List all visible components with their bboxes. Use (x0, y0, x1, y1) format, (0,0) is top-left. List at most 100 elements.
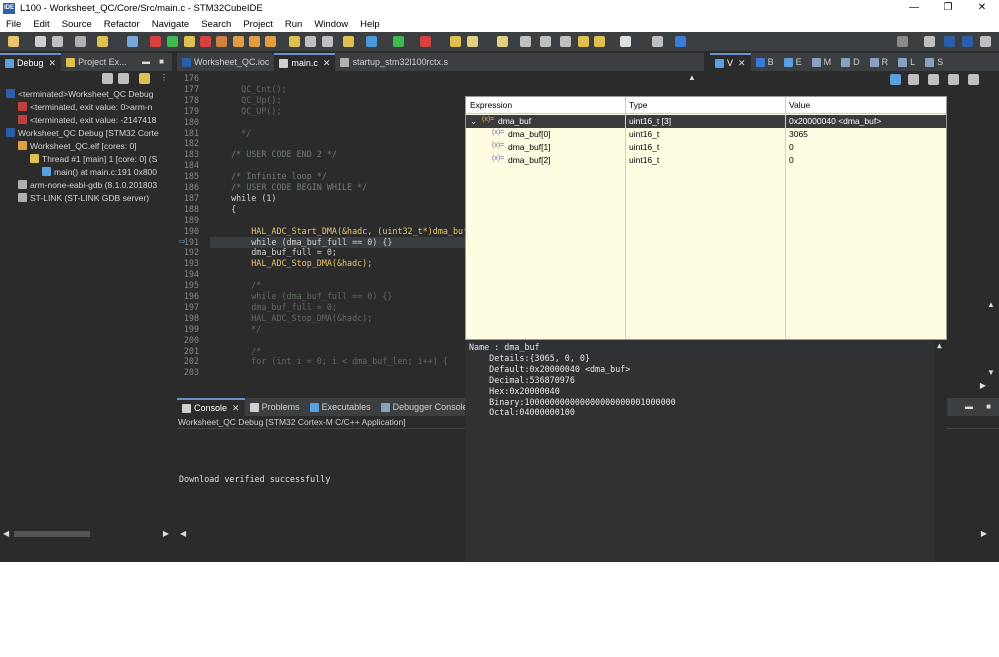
expression-value[interactable]: 0x20000040 <dma_buf> (789, 116, 881, 126)
expression-value[interactable]: 0 (789, 155, 794, 165)
run-icon[interactable] (393, 36, 404, 47)
tab-debug[interactable]: Debug ✕ (0, 53, 62, 71)
step-over-icon[interactable] (249, 36, 260, 47)
debug-tree-item[interactable]: ST-LINK (ST-LINK GDB server) (18, 191, 149, 204)
debug-tree-item[interactable]: Worksheet_QC.elf [cores: 0] (18, 139, 137, 152)
cube-ide-perspective-icon[interactable] (944, 36, 955, 47)
menu-window[interactable]: Window (308, 19, 354, 30)
save-icon[interactable] (35, 36, 46, 47)
column-value[interactable]: Value (789, 100, 810, 110)
column-expression[interactable]: Expression (470, 100, 512, 110)
minimize-view-icon[interactable]: ▬ (142, 57, 150, 66)
tab-disassembly[interactable]: D (836, 53, 865, 71)
next-icon[interactable] (620, 36, 631, 47)
view-menu-icon[interactable]: ⋮ (160, 73, 168, 82)
close-icon[interactable]: ✕ (323, 58, 331, 69)
scroll-up-icon[interactable]: ▲ (937, 341, 942, 350)
select-all-icon[interactable] (948, 74, 959, 85)
details-vscroll[interactable]: ▲ (935, 340, 947, 561)
info-icon[interactable] (675, 36, 686, 47)
menu-project[interactable]: Project (237, 19, 279, 30)
step-into-icon[interactable] (233, 36, 244, 47)
tab-memory[interactable]: M (807, 53, 837, 71)
pin-icon[interactable] (968, 74, 979, 85)
close-icon[interactable]: ✕ (49, 58, 57, 69)
remove-icon[interactable] (150, 36, 161, 47)
debug-icon[interactable] (366, 36, 377, 47)
tab-project-explorer[interactable]: Project Ex... (61, 53, 132, 71)
close-icon[interactable]: ✕ (738, 58, 746, 69)
remove-terminated-icon[interactable] (118, 73, 129, 84)
debug-config-icon[interactable] (343, 36, 354, 47)
scroll-thumb[interactable] (14, 531, 90, 537)
scroll-down-icon[interactable]: ▼ (987, 368, 995, 377)
tab-main-c[interactable]: main.c ✕ (274, 53, 336, 71)
link-icon[interactable] (139, 73, 150, 84)
tab-problems[interactable]: Problems (245, 398, 305, 416)
build-all-icon[interactable] (75, 36, 86, 47)
new-file-icon[interactable] (8, 36, 19, 47)
scroll-up-icon[interactable]: ▲ (987, 300, 995, 309)
forward-icon[interactable] (594, 36, 605, 47)
tab-variables[interactable]: V ✕ (710, 53, 751, 71)
expression-row[interactable]: (x)= dma_buf[0] uint16_t 3065 (466, 128, 946, 141)
perspective-icon[interactable] (652, 36, 663, 47)
close-icon[interactable]: ✕ (232, 403, 240, 414)
debug-perspective-icon[interactable] (980, 36, 991, 47)
tab-worksheet-ioc[interactable]: Worksheet_QC.ioc (177, 53, 274, 71)
scroll-right-icon[interactable]: ▶ (980, 381, 986, 390)
reset-icon[interactable] (305, 36, 316, 47)
minimize-view-icon[interactable]: ▬ (965, 402, 973, 411)
menu-help[interactable]: Help (354, 19, 386, 30)
menu-search[interactable]: Search (195, 19, 237, 30)
last-edit-icon[interactable] (560, 36, 571, 47)
search-icon[interactable] (897, 36, 908, 47)
maximize-button[interactable]: ❐ (931, 0, 965, 16)
debug-tree-item[interactable]: <terminated, exit value: -2147418 (18, 113, 156, 126)
scroll-left-icon[interactable]: ◀ (180, 529, 186, 538)
chevron-down-icon[interactable]: ⌄ (470, 116, 477, 127)
expression-row[interactable]: ⌄ (x)= dma_buf uint16_t [3] 0x20000040 <dma_… (466, 115, 946, 128)
column-type[interactable]: Type (629, 100, 647, 110)
tab-live-expressions[interactable]: L (893, 53, 920, 71)
menu-navigate[interactable]: Navigate (146, 19, 196, 30)
scroll-right-icon[interactable]: ▶ (163, 529, 169, 538)
tab-sfrs[interactable]: S (920, 53, 948, 71)
close-window-button[interactable]: ✕ (965, 0, 999, 16)
debug-tree-item[interactable]: Worksheet_QC Debug [STM32 Corte (6, 126, 159, 139)
disconnect-icon[interactable] (216, 36, 227, 47)
tab-executables[interactable]: Executables (305, 398, 376, 416)
open-perspective-icon[interactable] (924, 36, 935, 47)
search-tool-icon[interactable] (467, 36, 478, 47)
scroll-right-icon[interactable]: ▶ (981, 529, 987, 538)
menu-edit[interactable]: Edit (27, 19, 55, 30)
external-tools-icon[interactable] (420, 36, 431, 47)
collapse-all-icon[interactable] (102, 73, 113, 84)
back-icon[interactable] (578, 36, 589, 47)
prev-annotation-icon[interactable] (540, 36, 551, 47)
minimize-button[interactable]: — (897, 0, 931, 16)
expression-value[interactable]: 3065 (789, 129, 808, 139)
debug-tree-item[interactable]: <terminated, exit value: 0>arm-n (18, 100, 152, 113)
debug-tree-item[interactable]: Thread #1 [main] 1 [core: 0] (S (30, 152, 157, 165)
instruction-stepping-icon[interactable] (289, 36, 300, 47)
restart-icon[interactable] (322, 36, 333, 47)
tab-expressions[interactable]: E (779, 53, 807, 71)
terminate-icon[interactable] (200, 36, 211, 47)
tab-startup-s[interactable]: startup_stm32l100rctx.s (335, 53, 453, 71)
annotation-icon[interactable] (497, 36, 508, 47)
save-all-icon[interactable] (52, 36, 63, 47)
menu-file[interactable]: File (0, 19, 27, 30)
tab-debugger-console[interactable]: Debugger Console (376, 398, 473, 416)
expression-value[interactable]: 0 (789, 142, 794, 152)
tab-breakpoints[interactable]: B (751, 53, 779, 71)
next-annotation-icon[interactable] (520, 36, 531, 47)
debug-tree-item[interactable]: arm-none-eabi-gdb (8.1.0.201803 (18, 178, 157, 191)
suspend-icon[interactable] (184, 36, 195, 47)
open-folder-icon[interactable] (450, 36, 461, 47)
menu-refactor[interactable]: Refactor (98, 19, 146, 30)
add-expression-icon[interactable] (890, 74, 901, 85)
menu-run[interactable]: Run (279, 19, 308, 30)
cube-mx-perspective-icon[interactable] (962, 36, 973, 47)
debug-hscroll[interactable]: ◀ ▶ (0, 529, 172, 539)
